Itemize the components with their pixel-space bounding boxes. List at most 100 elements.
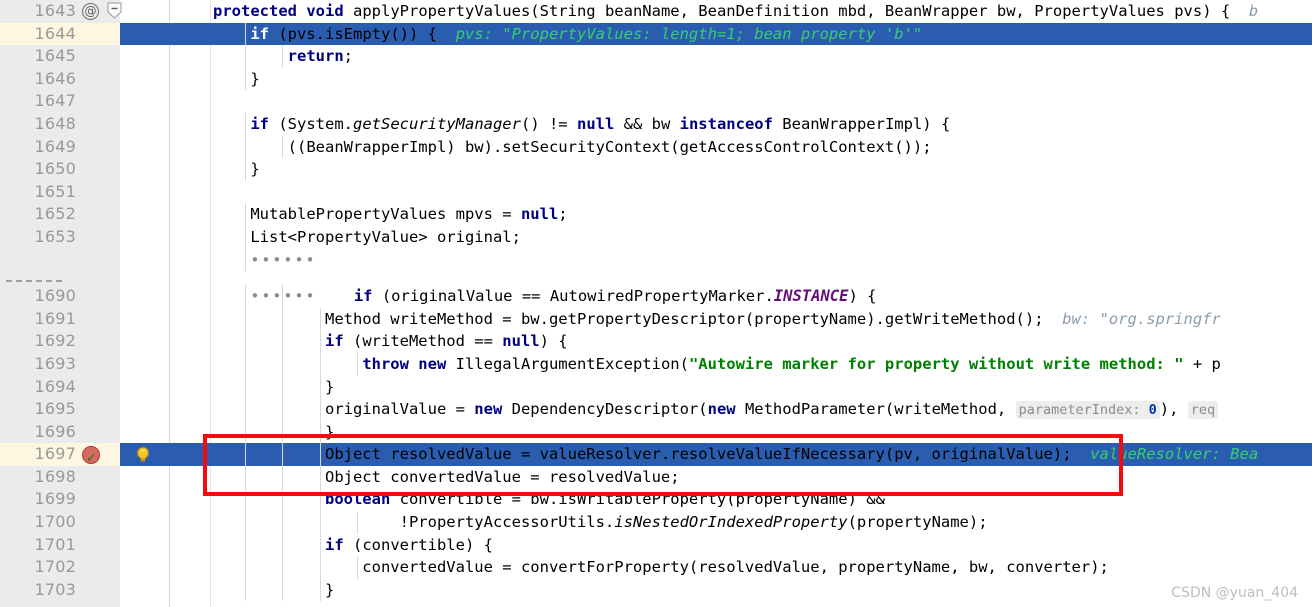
code-token: ) { — [539, 332, 568, 351]
code-line[interactable]: 1647 — [0, 90, 1312, 113]
code-line[interactable]: 1648 if (System.getSecurityManager() != … — [0, 112, 1312, 136]
line-number: 1651 — [34, 181, 76, 201]
code-text[interactable]: Object resolvedValue = valueResolver.res… — [211, 443, 1312, 466]
code-token: INSTANCE — [773, 287, 849, 306]
code-line[interactable]: 1695 originalValue = new DependencyDescr… — [0, 398, 1312, 421]
code-token: DependencyDescriptor( — [502, 400, 708, 419]
code-text[interactable]: protected void applyPropertyValues(Strin… — [211, 0, 1312, 23]
code-text[interactable]: convertedValue = convertForProperty(reso… — [211, 556, 1312, 579]
code-text[interactable]: •••••• — [211, 249, 1312, 272]
code-line[interactable]: 1643 @ protected void applyPropertyValues(… — [0, 0, 1312, 23]
code-token: ), — [1159, 400, 1188, 419]
code-token: originalValue = — [213, 400, 475, 419]
code-token: new — [474, 400, 503, 419]
line-number: 1699 — [34, 489, 76, 509]
code-text[interactable]: •••••• if (originalValue == AutowiredPro… — [211, 285, 1312, 308]
line-number: 1693 — [34, 353, 76, 373]
line-number: 1697 — [34, 444, 76, 464]
code-token: BeanWrapperImpl) { — [772, 114, 951, 133]
code-text[interactable] — [211, 181, 1312, 204]
code-text[interactable]: } — [211, 158, 1312, 181]
code-line[interactable]: 1653 List<PropertyValue> original; — [0, 225, 1312, 249]
code-text[interactable]: return; — [211, 45, 1312, 68]
code-line[interactable]: 1703 } — [0, 578, 1312, 602]
code-line[interactable]: 1646 } — [0, 67, 1312, 91]
code-token: ; — [558, 205, 568, 224]
code-token: new — [707, 400, 736, 419]
code-text[interactable]: originalValue = new DependencyDescriptor… — [211, 398, 1312, 421]
code-token: (pvs.isEmpty()) { — [269, 24, 456, 43]
code-line[interactable]: 1697 ✓ Object resolvedValue = valueResolv… — [0, 443, 1312, 466]
folded-code-ellipsis[interactable]: •••••• — [250, 251, 316, 269]
code-text[interactable]: if (System.getSecurityManager() != null … — [211, 113, 1312, 136]
code-line[interactable]: 1693 throw new IllegalArgumentException(… — [0, 352, 1312, 376]
code-text[interactable]: boolean convertible = bw.isWritablePrope… — [211, 488, 1312, 511]
code-token: isNestedOrIndexedProperty — [614, 513, 848, 532]
code-line[interactable]: •••••• — [0, 248, 1312, 272]
code-text[interactable]: ((BeanWrapperImpl) bw).setSecurityContex… — [211, 136, 1312, 159]
code-text[interactable]: MutablePropertyValues mpvs = null; — [211, 203, 1312, 226]
code-text[interactable]: } — [211, 579, 1312, 602]
code-token: () != — [520, 114, 577, 133]
code-text[interactable]: } — [211, 376, 1312, 399]
code-token: if — [324, 332, 344, 351]
code-text[interactable]: if (pvs.isEmpty()) { pvs: "PropertyValue… — [211, 23, 1312, 46]
code-text[interactable]: throw new IllegalArgumentException("Auto… — [211, 353, 1312, 376]
code-editor[interactable]: 1643 @ protected void applyPropertyValues(… — [0, 0, 1312, 607]
code-line[interactable]: 1694 } — [0, 375, 1312, 399]
line-number: 1645 — [34, 46, 76, 66]
line-number: 1648 — [34, 113, 76, 133]
code-line[interactable]: 1644 if (pvs.isEmpty()) { pvs: "Property… — [0, 22, 1312, 46]
code-line[interactable]: 1692 if (writeMethod == null) { — [0, 330, 1312, 353]
code-text[interactable]: !PropertyAccessorUtils.isNestedOrIndexed… — [211, 511, 1312, 534]
code-token: return — [287, 47, 344, 66]
annotation-at-icon[interactable]: @ — [82, 3, 99, 20]
line-number: 1643 — [34, 1, 76, 20]
code-text[interactable]: } — [211, 68, 1312, 91]
intention-lightbulb-icon[interactable] — [135, 446, 151, 463]
code-line[interactable] — [0, 271, 1312, 285]
code-token: applyPropertyValues(String beanName, Bea… — [353, 2, 1231, 20]
code-lines: 1643 @ protected void applyPropertyValues(… — [0, 0, 1312, 602]
folded-code-ellipsis[interactable]: •••••• — [250, 287, 316, 305]
code-line[interactable]: 1650 } — [0, 158, 1312, 181]
code-token: instanceof — [679, 114, 773, 133]
code-token: null — [520, 205, 559, 224]
line-number: 1702 — [34, 557, 76, 577]
code-text[interactable] — [211, 90, 1312, 113]
code-line[interactable]: 1691 Method writeMethod = bw.getProperty… — [0, 307, 1312, 331]
code-text[interactable]: Method writeMethod = bw.getPropertyDescr… — [211, 308, 1312, 331]
code-token: ; — [343, 47, 353, 66]
line-number: 1701 — [34, 534, 76, 554]
code-text[interactable]: if (convertible) { — [211, 534, 1312, 557]
code-line[interactable]: 1645 return; — [0, 45, 1312, 68]
code-token: MutablePropertyValues mpvs = — [213, 205, 521, 224]
fold-collapse-icon[interactable] — [107, 2, 122, 19]
debugger-inline-value: valueResolver: Bea — [1090, 445, 1259, 464]
code-text[interactable]: if (writeMethod == null) { — [211, 330, 1312, 353]
code-line[interactable]: 1698 Object convertedValue = resolvedVal… — [0, 465, 1312, 489]
line-number: 1694 — [34, 376, 76, 396]
code-line[interactable]: 1696 } — [0, 420, 1312, 444]
code-token: void — [306, 2, 353, 20]
code-line[interactable]: 1652 MutablePropertyValues mpvs = null; — [0, 203, 1312, 226]
code-token: ((BeanWrapperImpl) bw).setSecurityContex… — [213, 137, 932, 156]
debugger-inline-value: b — [1230, 2, 1259, 20]
code-text[interactable] — [211, 271, 1312, 285]
code-line[interactable]: 1699 boolean convertible = bw.isWritable… — [0, 488, 1312, 512]
code-line[interactable]: 1701 if (convertible) { — [0, 533, 1312, 557]
code-line[interactable]: 1651 — [0, 181, 1312, 204]
code-text[interactable]: } — [211, 421, 1312, 444]
line-number: 1644 — [34, 23, 76, 43]
code-line[interactable]: 1702 convertedValue = convertForProperty… — [0, 556, 1312, 579]
code-line[interactable]: 1690 •••••• if (originalValue == Autowir… — [0, 285, 1312, 308]
code-line[interactable]: 1649 ((BeanWrapperImpl) bw).setSecurityC… — [0, 135, 1312, 159]
code-text[interactable]: List<PropertyValue> original; — [211, 226, 1312, 249]
watermark: CSDN @yuan_404 — [1171, 585, 1298, 601]
code-text[interactable]: Object convertedValue = resolvedValue; — [211, 466, 1312, 489]
code-line[interactable]: 1700 !PropertyAccessorUtils.isNestedOrIn… — [0, 511, 1312, 534]
